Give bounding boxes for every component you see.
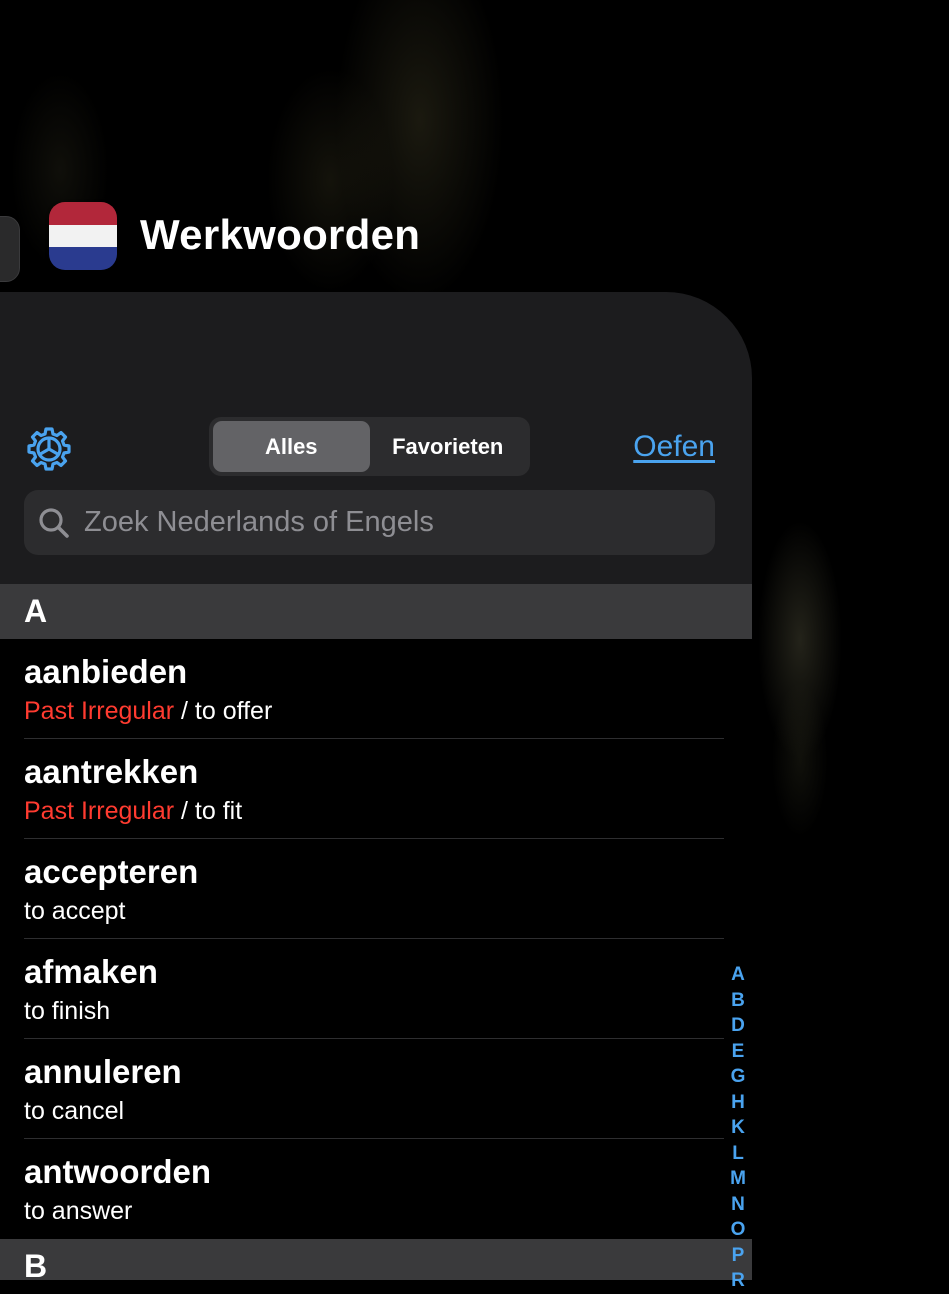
index-letter[interactable]: M	[730, 1166, 746, 1192]
irregular-tag: Past Irregular	[24, 797, 175, 825]
index-letter[interactable]: G	[731, 1064, 746, 1090]
list-item[interactable]: accepteren to accept	[0, 839, 752, 939]
verb-title: aantrekken	[24, 753, 199, 790]
index-letter[interactable]: E	[732, 1039, 745, 1065]
verb-title: afmaken	[24, 953, 158, 990]
segment-alles[interactable]: Alles	[213, 421, 370, 472]
verb-translation: to finish	[24, 997, 111, 1025]
segment-favorieten[interactable]: Favorieten	[370, 421, 527, 472]
search-icon	[39, 507, 69, 538]
verb-title: antwoorden	[24, 1153, 211, 1190]
index-letter[interactable]: H	[731, 1090, 745, 1116]
list-item[interactable]: afmaken to finish	[0, 939, 752, 1039]
separator: /	[174, 797, 195, 825]
separator: /	[174, 697, 195, 725]
verb-title: accepteren	[24, 853, 199, 890]
index-letter[interactable]: P	[732, 1243, 745, 1269]
index-letter[interactable]: O	[731, 1217, 746, 1243]
verb-title: aanbieden	[24, 653, 188, 690]
list-item[interactable]: antwoorden to answer	[0, 1139, 752, 1239]
section-header-a: A	[0, 584, 752, 639]
index-letter[interactable]: D	[731, 1013, 745, 1039]
index-letter[interactable]: L	[732, 1141, 744, 1167]
app-window: Alles Favorieten Oefen A aanbieden Past …	[0, 292, 752, 1280]
index-letter[interactable]: A	[731, 962, 745, 988]
search-input[interactable]	[82, 505, 715, 540]
verb-translation: to answer	[24, 1197, 133, 1225]
verb-subtitle: Past Irregular / to fit	[24, 797, 242, 826]
index-letter[interactable]: R	[731, 1268, 745, 1294]
list-item[interactable]: annuleren to cancel	[0, 1039, 752, 1139]
index-letter[interactable]: B	[731, 988, 745, 1014]
alphabet-index[interactable]: A B D E G H K L M N O P R	[728, 962, 748, 1294]
gear-icon[interactable]	[25, 425, 73, 473]
verb-translation: to offer	[194, 697, 273, 725]
list-item[interactable]: aantrekken Past Irregular / to fit	[0, 739, 752, 839]
index-letter[interactable]: N	[731, 1192, 745, 1218]
app-icon-dutch-flag	[49, 202, 117, 270]
verb-title: annuleren	[24, 1053, 182, 1090]
verb-translation: to cancel	[24, 1097, 125, 1125]
index-letter[interactable]: K	[731, 1115, 745, 1141]
section-header-b: B	[0, 1239, 752, 1280]
previous-app-tile[interactable]	[0, 216, 20, 282]
filter-segmented-control: Alles Favorieten	[209, 417, 530, 476]
practice-link[interactable]: Oefen	[633, 427, 715, 467]
app-title: Werkwoorden	[140, 211, 421, 258]
list-item[interactable]: aanbieden Past Irregular / to offer	[0, 639, 752, 739]
verb-translation: to fit	[194, 797, 243, 825]
search-bar[interactable]	[24, 490, 715, 555]
verb-subtitle: Past Irregular / to offer	[24, 697, 272, 726]
verb-list: A aanbieden Past Irregular / to offer aa…	[0, 584, 752, 1280]
irregular-tag: Past Irregular	[24, 697, 175, 725]
verb-translation: to accept	[24, 897, 126, 925]
